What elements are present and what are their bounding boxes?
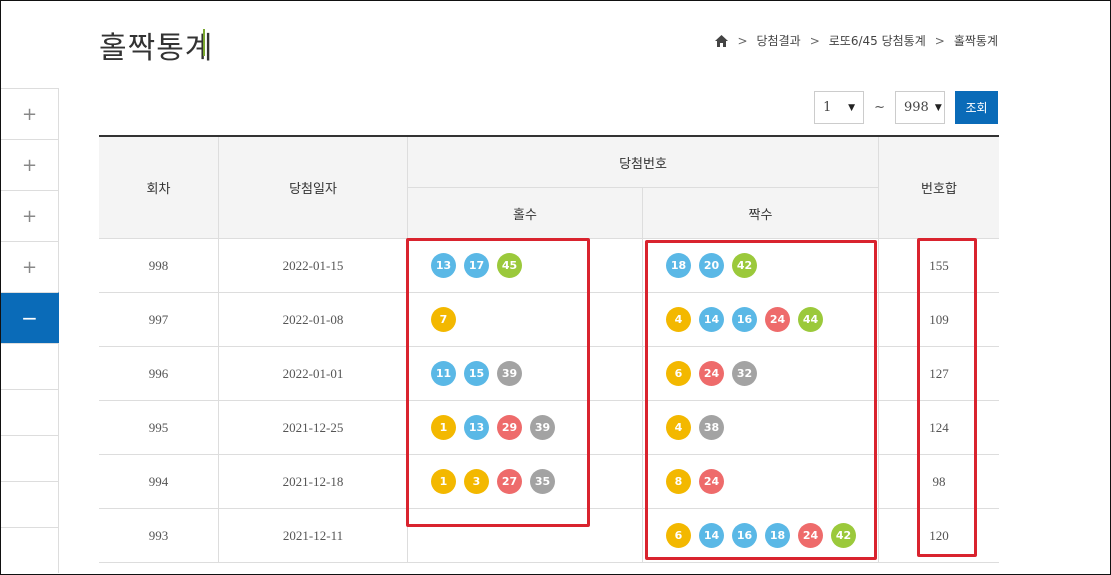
from-round-select[interactable]: 1 ▼ <box>814 91 865 124</box>
chevron-right-icon: > <box>809 33 820 48</box>
breadcrumb-item[interactable]: 로또6/45 당첨통계 <box>829 32 926 49</box>
sidebar-subitem[interactable] <box>1 389 59 435</box>
breadcrumb: > 당첨결과 > 로또6/45 당첨통계 > 홀짝통계 <box>715 32 998 49</box>
title-accent-bar <box>203 29 205 56</box>
page-title: 홀짝통계 <box>99 31 214 66</box>
date-cell: 2021-12-25 <box>219 401 408 454</box>
chevron-right-icon: > <box>737 33 748 48</box>
round-cell: 993 <box>99 509 219 562</box>
home-icon[interactable] <box>715 34 729 47</box>
from-round-value: 1 <box>823 100 832 115</box>
date-cell: 2022-01-08 <box>219 293 408 346</box>
header-numbers: 당첨번호 <box>408 137 879 187</box>
round-range-filter: 1 ▼ ~ 998 ▼ 조회 <box>814 91 998 124</box>
round-cell: 996 <box>99 347 219 400</box>
date-cell: 2022-01-01 <box>219 347 408 400</box>
to-round-select[interactable]: 998 ▼ <box>895 91 945 124</box>
chevron-right-icon: > <box>934 33 945 48</box>
sidebar-subitem[interactable] <box>1 343 59 389</box>
date-cell: 2021-12-11 <box>219 509 408 562</box>
odd-column-highlight <box>406 238 590 527</box>
breadcrumb-current: 홀짝통계 <box>953 34 998 48</box>
sidebar-expand-1[interactable]: + <box>1 88 59 139</box>
header-sum: 번호합 <box>921 182 957 197</box>
sum-column-highlight <box>917 238 977 557</box>
sidebar-expand-2[interactable]: + <box>1 139 59 190</box>
round-cell: 998 <box>99 239 219 292</box>
round-cell: 995 <box>99 401 219 454</box>
header-date: 당첨일자 <box>219 137 408 238</box>
table-header: 회차 당첨일자 당첨번호 홀수 짝수 번호합 <box>99 137 999 239</box>
search-button[interactable]: 조회 <box>955 91 998 124</box>
header-round: 회차 <box>99 137 219 238</box>
to-round-value: 998 <box>904 100 929 115</box>
header-odd: 홀수 <box>408 187 643 238</box>
round-cell: 994 <box>99 455 219 508</box>
sidebar: + + + + − <box>1 88 59 573</box>
date-cell: 2021-12-18 <box>219 455 408 508</box>
range-separator: ~ <box>874 100 885 115</box>
app-frame: + + + + − 홀짝통계 > 당첨결과 > 로또6/45 당첨통계 > 홀짝… <box>0 0 1111 575</box>
date-cell: 2022-01-15 <box>219 239 408 292</box>
sidebar-expand-3[interactable]: + <box>1 190 59 241</box>
caret-down-icon: ▼ <box>848 102 856 113</box>
sidebar-expand-4[interactable]: + <box>1 241 59 292</box>
caret-down-icon: ▼ <box>934 102 942 113</box>
sidebar-subitem[interactable] <box>1 527 59 573</box>
sidebar-collapse-active[interactable]: − <box>1 292 59 343</box>
even-column-highlight <box>645 240 877 560</box>
header-even: 짝수 <box>643 187 879 238</box>
sidebar-subitem[interactable] <box>1 481 59 527</box>
sidebar-subitem[interactable] <box>1 435 59 481</box>
breadcrumb-item[interactable]: 당첨결과 <box>757 32 801 49</box>
round-cell: 997 <box>99 293 219 346</box>
